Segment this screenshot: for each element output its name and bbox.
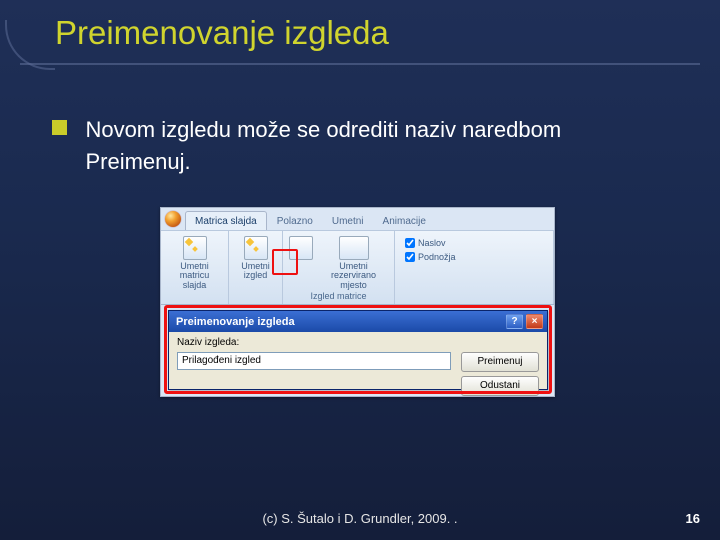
slide-title: Preimenovanje izgleda xyxy=(55,14,389,52)
rename-small-icon xyxy=(289,236,313,260)
insert-master-button[interactable]: Umetni matricu slajda xyxy=(180,236,210,290)
tab-polazno[interactable]: Polazno xyxy=(268,212,322,230)
ribbon-body: Umetni matricu slajda Umetni izgled xyxy=(161,230,554,305)
office-orb-icon[interactable] xyxy=(161,208,185,230)
insert-placeholder-label: Umetni rezervirano mjesto xyxy=(319,262,389,290)
insert-placeholder-icon xyxy=(339,236,369,260)
group-checkboxes: Naslov Podnožja xyxy=(395,231,554,304)
insert-master-label: Umetni matricu slajda xyxy=(180,262,210,290)
dialog-help-button[interactable]: ? xyxy=(506,314,523,329)
tab-matrica-slajda[interactable]: Matrica slajda xyxy=(185,211,267,230)
title-underline xyxy=(20,63,700,65)
checkbox-naslov-label: Naslov xyxy=(418,238,446,248)
bullet-item: Novom izgledu može se odrediti naziv nar… xyxy=(52,114,690,178)
slide: Preimenovanje izgleda Novom izgledu može… xyxy=(0,0,720,540)
group-umetni-izgled: Umetni izgled xyxy=(229,231,283,304)
ribbon-tab-bar: Matrica slajda Polazno Umetni Animacije xyxy=(161,208,554,230)
bullet-text: Novom izgledu može se odrediti naziv nar… xyxy=(85,114,655,178)
layout-name-label: Naziv izgleda: xyxy=(177,337,451,348)
tab-umetni[interactable]: Umetni xyxy=(323,212,373,230)
insert-layout-icon xyxy=(244,236,268,260)
dialog-body: Naziv izgleda: Preimenuj Prilagođeni izg… xyxy=(169,332,547,401)
insert-master-icon xyxy=(183,236,207,260)
dialog-titlebar: Preimenovanje izgleda ? × xyxy=(169,311,547,332)
group-izgled-matrice: Umetni rezervirano mjesto Izgled matrice xyxy=(283,231,395,304)
cancel-button[interactable]: Odustani xyxy=(461,376,539,396)
rename-dialog: Preimenovanje izgleda ? × Naziv izgleda:… xyxy=(168,310,548,390)
group-izgled-matrice-label: Izgled matrice xyxy=(310,291,366,303)
checkbox-podnozja-input[interactable] xyxy=(405,252,415,262)
checkbox-podnozja-label: Podnožja xyxy=(418,252,456,262)
dialog-close-button[interactable]: × xyxy=(526,314,543,329)
tab-animacije[interactable]: Animacije xyxy=(374,212,435,230)
rename-button[interactable]: Preimenuj xyxy=(461,352,539,372)
insert-layout-label: Umetni izgled xyxy=(241,262,271,281)
insert-layout-button[interactable]: Umetni izgled xyxy=(241,236,271,281)
checkbox-naslov[interactable]: Naslov xyxy=(405,238,456,248)
insert-placeholder-button[interactable]: Umetni rezervirano mjesto xyxy=(319,236,389,290)
slide-footer: (c) S. Šutalo i D. Grundler, 2009. . xyxy=(0,511,720,526)
page-number: 16 xyxy=(686,511,700,526)
bullet-marker-icon xyxy=(52,120,67,135)
group-umetni-matricu: Umetni matricu slajda xyxy=(161,231,229,304)
rename-small-button[interactable] xyxy=(289,236,313,260)
layout-name-input[interactable]: Prilagođeni izgled xyxy=(177,352,451,370)
checkbox-podnozja[interactable]: Podnožja xyxy=(405,252,456,262)
checkbox-naslov-input[interactable] xyxy=(405,238,415,248)
dialog-title: Preimenovanje izgleda xyxy=(176,316,295,328)
embedded-screenshot: Matrica slajda Polazno Umetni Animacije … xyxy=(160,207,555,397)
